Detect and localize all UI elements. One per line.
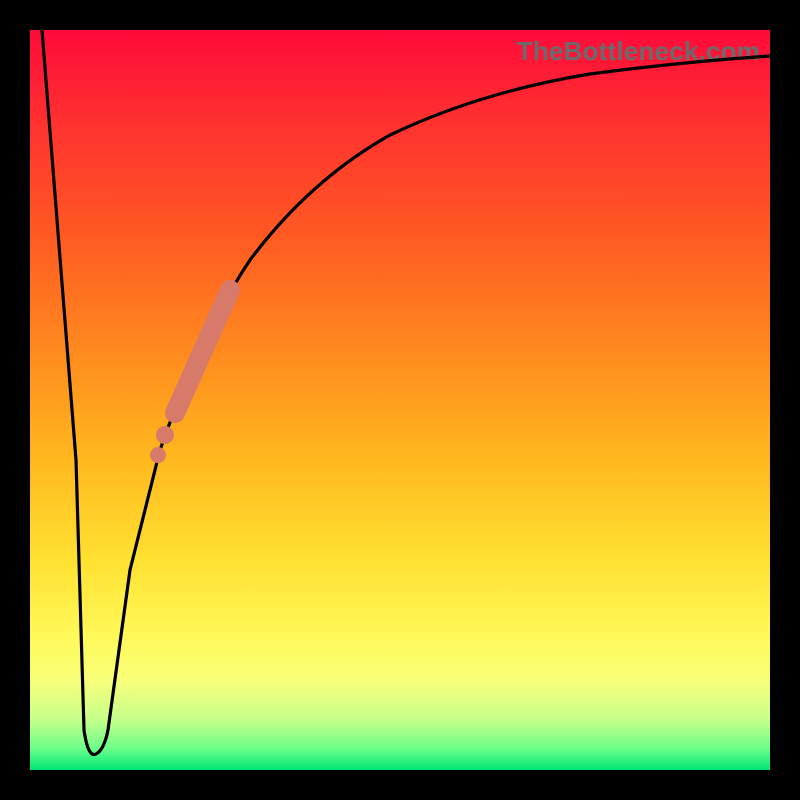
highlight-segment-main — [175, 290, 230, 413]
bottleneck-curve — [42, 30, 770, 755]
plot-area: TheBottleneck.com — [30, 30, 770, 770]
chart-frame: TheBottleneck.com — [0, 0, 800, 800]
chart-svg — [30, 30, 770, 770]
highlight-dot-2 — [150, 447, 166, 463]
highlight-dot-1 — [156, 426, 174, 444]
